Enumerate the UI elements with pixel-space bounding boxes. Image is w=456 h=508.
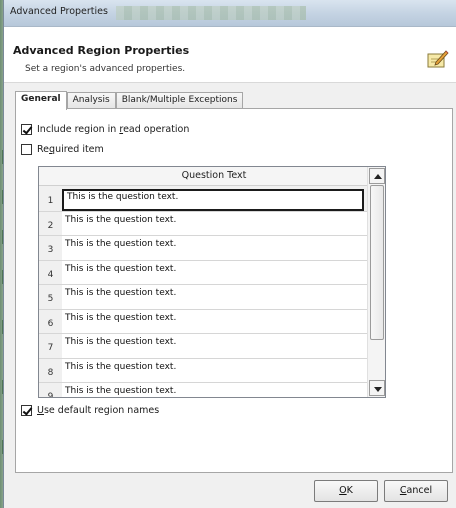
row-number: 5	[39, 285, 62, 309]
include-region-checkbox[interactable]	[21, 124, 32, 135]
use-default-names-checkbox[interactable]	[21, 405, 32, 416]
row-number: 8	[39, 358, 62, 382]
row-number: 7	[39, 334, 62, 358]
required-item-checkbox[interactable]	[21, 144, 32, 155]
grid-vertical-scrollbar[interactable]	[367, 167, 385, 397]
cancel-button[interactable]: Cancel	[384, 480, 448, 502]
row-number: 1	[39, 187, 62, 211]
question-text-cell[interactable]: This is the question text.	[62, 236, 367, 260]
table-row[interactable]: 1 This is the question text.	[39, 187, 367, 212]
edit-note-icon	[427, 50, 449, 68]
window-title: Advanced Properties	[10, 6, 108, 17]
scroll-up-arrow-icon[interactable]	[369, 168, 385, 184]
required-item-option[interactable]: Required item	[21, 144, 104, 155]
required-item-label: Required item	[37, 144, 104, 155]
include-region-option[interactable]: Include region in read operation	[21, 124, 189, 135]
table-row[interactable]: 4 This is the question text.	[39, 260, 367, 285]
use-default-names-label: Use default region names	[37, 405, 160, 416]
row-number: 6	[39, 309, 62, 333]
question-text-grid[interactable]: Question Text 1 This is the question tex…	[38, 166, 386, 398]
header-title: Advanced Region Properties	[13, 44, 190, 57]
row-number: 2	[39, 211, 62, 235]
table-row[interactable]: 6 This is the question text.	[39, 309, 367, 334]
row-number: 4	[39, 260, 62, 284]
question-text-cell[interactable]: This is the question text.	[62, 358, 367, 382]
title-bar-decoration	[116, 6, 306, 20]
question-text-cell[interactable]: This is the question text.	[62, 309, 367, 333]
table-row[interactable]: 9 This is the question text.	[39, 383, 367, 397]
table-row[interactable]: 5 This is the question text.	[39, 285, 367, 310]
question-text-cell[interactable]: This is the question text.	[62, 285, 367, 309]
question-text-cell[interactable]: This is the question text.	[62, 189, 364, 211]
table-row[interactable]: 8 This is the question text.	[39, 358, 367, 383]
tab-analysis[interactable]: Analysis	[66, 92, 116, 109]
question-text-cell[interactable]: This is the question text.	[62, 260, 367, 284]
question-text-cell[interactable]: This is the question text.	[62, 211, 367, 235]
tab-blank-multiple-exceptions[interactable]: Blank/Multiple Exceptions	[115, 92, 244, 109]
question-text-cell[interactable]: This is the question text.	[62, 383, 367, 397]
scrollbar-thumb[interactable]	[370, 185, 384, 340]
column-header-question-text[interactable]: Question Text	[39, 167, 367, 186]
grid-rows: 1 This is the question text. 2 This is t…	[39, 187, 367, 397]
row-number: 3	[39, 236, 62, 260]
use-default-names-option[interactable]: Use default region names	[21, 405, 159, 416]
question-text-cell[interactable]: This is the question text.	[62, 334, 367, 358]
include-region-label: Include region in read operation	[37, 124, 190, 135]
tab-strip: General Analysis Blank/Multiple Exceptio…	[15, 91, 244, 110]
scroll-down-arrow-icon[interactable]	[369, 380, 385, 396]
row-number: 9	[39, 383, 62, 397]
dialog-header: Advanced Region Properties Set a region'…	[4, 27, 456, 83]
table-row[interactable]: 2 This is the question text.	[39, 211, 367, 236]
ok-button[interactable]: OK	[314, 480, 378, 502]
table-row[interactable]: 3 This is the question text.	[39, 236, 367, 261]
title-bar[interactable]: Advanced Properties	[4, 0, 456, 27]
table-row[interactable]: 7 This is the question text.	[39, 334, 367, 359]
tab-general[interactable]: General	[15, 91, 67, 110]
header-subtitle: Set a region's advanced properties.	[25, 64, 186, 74]
